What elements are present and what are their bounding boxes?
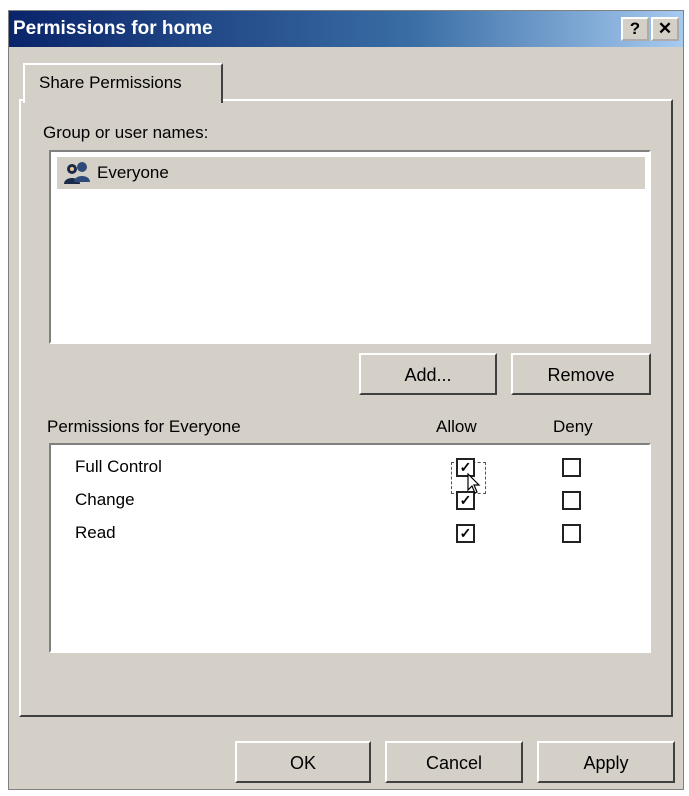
tab-label: Share Permissions	[39, 73, 182, 92]
apply-button-label: Apply	[583, 753, 629, 773]
allow-header: Allow	[436, 417, 477, 436]
group-user-listbox[interactable]: Everyone	[49, 150, 651, 344]
group-label-text: Group or user names:	[43, 123, 209, 142]
ok-button-label: OK	[289, 753, 316, 773]
title-bar[interactable]: Permissions for home ? ✕	[9, 11, 683, 47]
apply-button[interactable]: Apply	[537, 741, 675, 783]
permissions-dialog: Permissions for home ? ✕ Share Permissio…	[8, 10, 684, 790]
help-button[interactable]: ?	[621, 17, 649, 41]
close-button[interactable]: ✕	[651, 17, 679, 41]
mouse-pointer-icon	[467, 473, 481, 494]
add-button-label: Add...	[404, 365, 452, 385]
remove-button[interactable]: Remove	[511, 353, 651, 395]
permission-name-full-control: Full Control	[75, 457, 162, 476]
permission-name-read: Read	[75, 523, 116, 542]
tab-share-permissions[interactable]: Share Permissions	[23, 63, 223, 103]
permission-name-change: Change	[75, 490, 135, 509]
dialog-title: Permissions for home	[13, 18, 213, 39]
remove-button-label: Remove	[547, 365, 615, 385]
deny-checkbox-change[interactable]	[562, 491, 581, 510]
cancel-button[interactable]: Cancel	[385, 741, 523, 783]
ok-button[interactable]: OK	[235, 741, 371, 783]
everyone-label: Everyone	[97, 163, 169, 182]
deny-header: Deny	[553, 417, 593, 436]
deny-checkbox-full-control[interactable]	[562, 458, 581, 477]
users-icon	[64, 162, 90, 184]
add-button[interactable]: Add...	[359, 353, 497, 395]
permissions-for-label: Permissions for Everyone	[47, 417, 241, 436]
allow-checkbox-read[interactable]: ✓	[456, 524, 475, 543]
group-or-user-names-label: Group or user names:	[43, 123, 208, 143]
list-item-everyone[interactable]: Everyone	[57, 157, 645, 189]
cancel-button-label: Cancel	[425, 753, 483, 773]
deny-checkbox-read[interactable]	[562, 524, 581, 543]
